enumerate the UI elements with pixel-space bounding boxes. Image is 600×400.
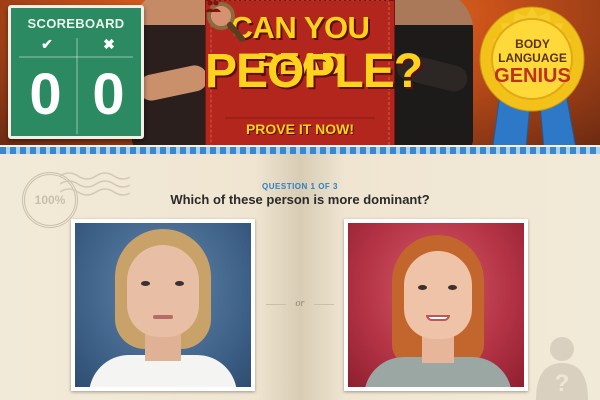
portrait-mouth — [426, 315, 450, 321]
wrong-score: 0 — [92, 62, 125, 127]
answer-option-left-photo[interactable] — [71, 219, 255, 391]
portrait-eye — [418, 285, 427, 290]
question-person-icon[interactable]: ? — [532, 333, 592, 400]
banner-title-line2: PEOPLE? — [205, 45, 423, 98]
question-counter: QUESTION 1 OF 3 — [262, 182, 338, 191]
portrait-mouth — [153, 315, 173, 319]
redhead-woman-portrait — [348, 223, 524, 387]
badge-text-line1: BODY — [515, 37, 550, 51]
person-left-arm — [136, 63, 210, 103]
people-icon — [205, 0, 221, 12]
badge-text-line2: LANGUAGE — [498, 51, 567, 65]
blonde-woman-portrait — [75, 223, 251, 387]
question-text: Which of these person is more dominant? — [170, 192, 430, 207]
scoreboard-title: SCOREBOARD — [27, 16, 125, 31]
or-separator: or — [264, 296, 336, 312]
cross-icon: ✖ — [103, 36, 115, 52]
prove-it-now-button[interactable]: PROVE IT NOW! — [225, 121, 375, 143]
answer-option-right-photo[interactable] — [344, 219, 528, 391]
scoreboard: SCOREBOARD ✔ ✖ 0 0 — [8, 5, 144, 139]
correct-score: 0 — [29, 62, 62, 127]
badge-text-line3: GENIUS — [494, 65, 571, 87]
scoreboard-column-divider — [76, 38, 78, 134]
portrait-eye — [175, 281, 184, 286]
book-edge-stripe — [0, 145, 600, 154]
portrait-face — [127, 245, 199, 337]
portrait-face — [404, 251, 472, 339]
portrait-eye — [141, 281, 150, 286]
portrait-eye — [448, 285, 457, 290]
checkmark-icon: ✔ — [41, 36, 53, 52]
svg-text:?: ? — [555, 370, 570, 397]
